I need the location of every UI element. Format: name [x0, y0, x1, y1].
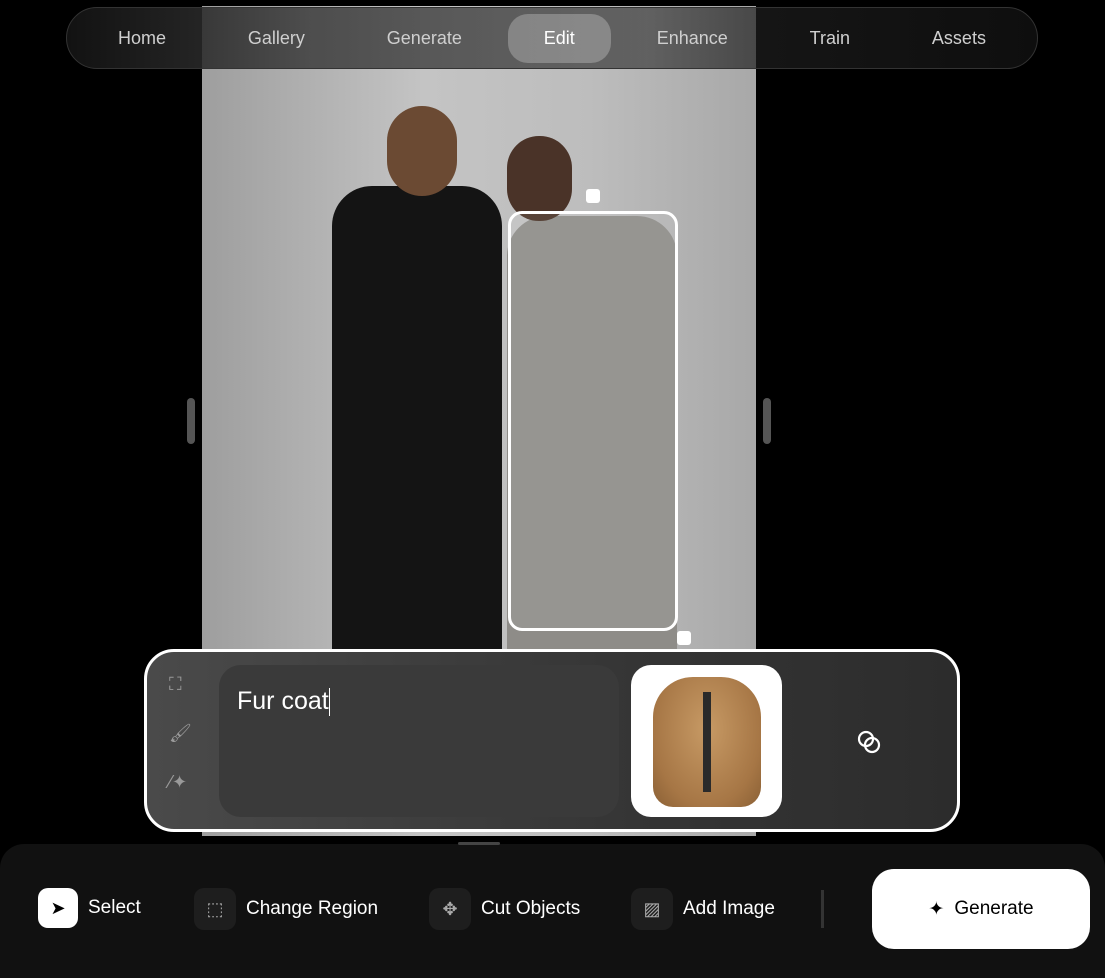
generate-button[interactable]: ✦ Generate	[872, 869, 1090, 949]
tool-change-region[interactable]: ⬚ Change Region	[194, 888, 378, 930]
tab-gallery[interactable]: Gallery	[212, 14, 341, 63]
top-nav: Home Gallery Generate Edit Enhance Train…	[66, 7, 1038, 69]
person-head	[507, 136, 572, 221]
sparkle-icon: ✦	[928, 898, 945, 920]
tool-add-image[interactable]: ▨ Add Image	[631, 888, 775, 930]
tool-label: Add Image	[683, 898, 775, 919]
tool-label: Select	[88, 897, 141, 918]
selection-frame-icon[interactable]: ⛶	[169, 674, 192, 695]
brush-icon[interactable]: 🖌︎	[169, 723, 192, 744]
text-caret	[328, 688, 331, 717]
person-black-coat	[332, 186, 502, 656]
prompt-input[interactable]: Fur coat	[219, 665, 619, 817]
selection-handle-bottom-right[interactable]	[677, 631, 691, 645]
tab-edit[interactable]: Edit	[507, 13, 611, 63]
tab-train[interactable]: Train	[774, 14, 886, 63]
reference-image-fur-coat[interactable]	[631, 665, 782, 817]
fur-coat-image	[653, 677, 761, 807]
prompt-text: Fur coat	[237, 687, 329, 715]
tool-cut-objects[interactable]: ✥ Cut Objects	[429, 888, 580, 930]
tab-generate[interactable]: Generate	[351, 14, 498, 63]
overlap-circles-icon[interactable]	[855, 728, 883, 762]
toolbar-grip[interactable]	[458, 842, 500, 845]
tool-label: Cut Objects	[481, 898, 581, 919]
magic-wand-icon[interactable]: ⁄✦	[169, 772, 192, 793]
selection-handle-top[interactable]	[586, 189, 600, 203]
person-head	[387, 106, 457, 196]
resize-grip-right[interactable]	[763, 398, 771, 444]
tool-label: Change Region	[246, 898, 379, 919]
cursor-icon: ➤	[38, 888, 78, 928]
selection-box[interactable]	[508, 211, 678, 631]
resize-grip-left[interactable]	[187, 398, 195, 444]
region-sparkle-icon: ⬚	[194, 888, 236, 930]
tool-select[interactable]: ➤ Select	[38, 888, 141, 928]
divider	[821, 890, 824, 928]
edit-prompt-panel: ⛶ 🖌︎ ⁄✦ Fur coat	[144, 649, 960, 832]
tab-home[interactable]: Home	[82, 14, 202, 63]
generate-label: Generate	[954, 898, 1034, 919]
tab-enhance[interactable]: Enhance	[621, 14, 764, 63]
image-add-icon: ▨	[631, 888, 673, 930]
tab-assets[interactable]: Assets	[896, 14, 1022, 63]
move-icon: ✥	[429, 888, 471, 930]
